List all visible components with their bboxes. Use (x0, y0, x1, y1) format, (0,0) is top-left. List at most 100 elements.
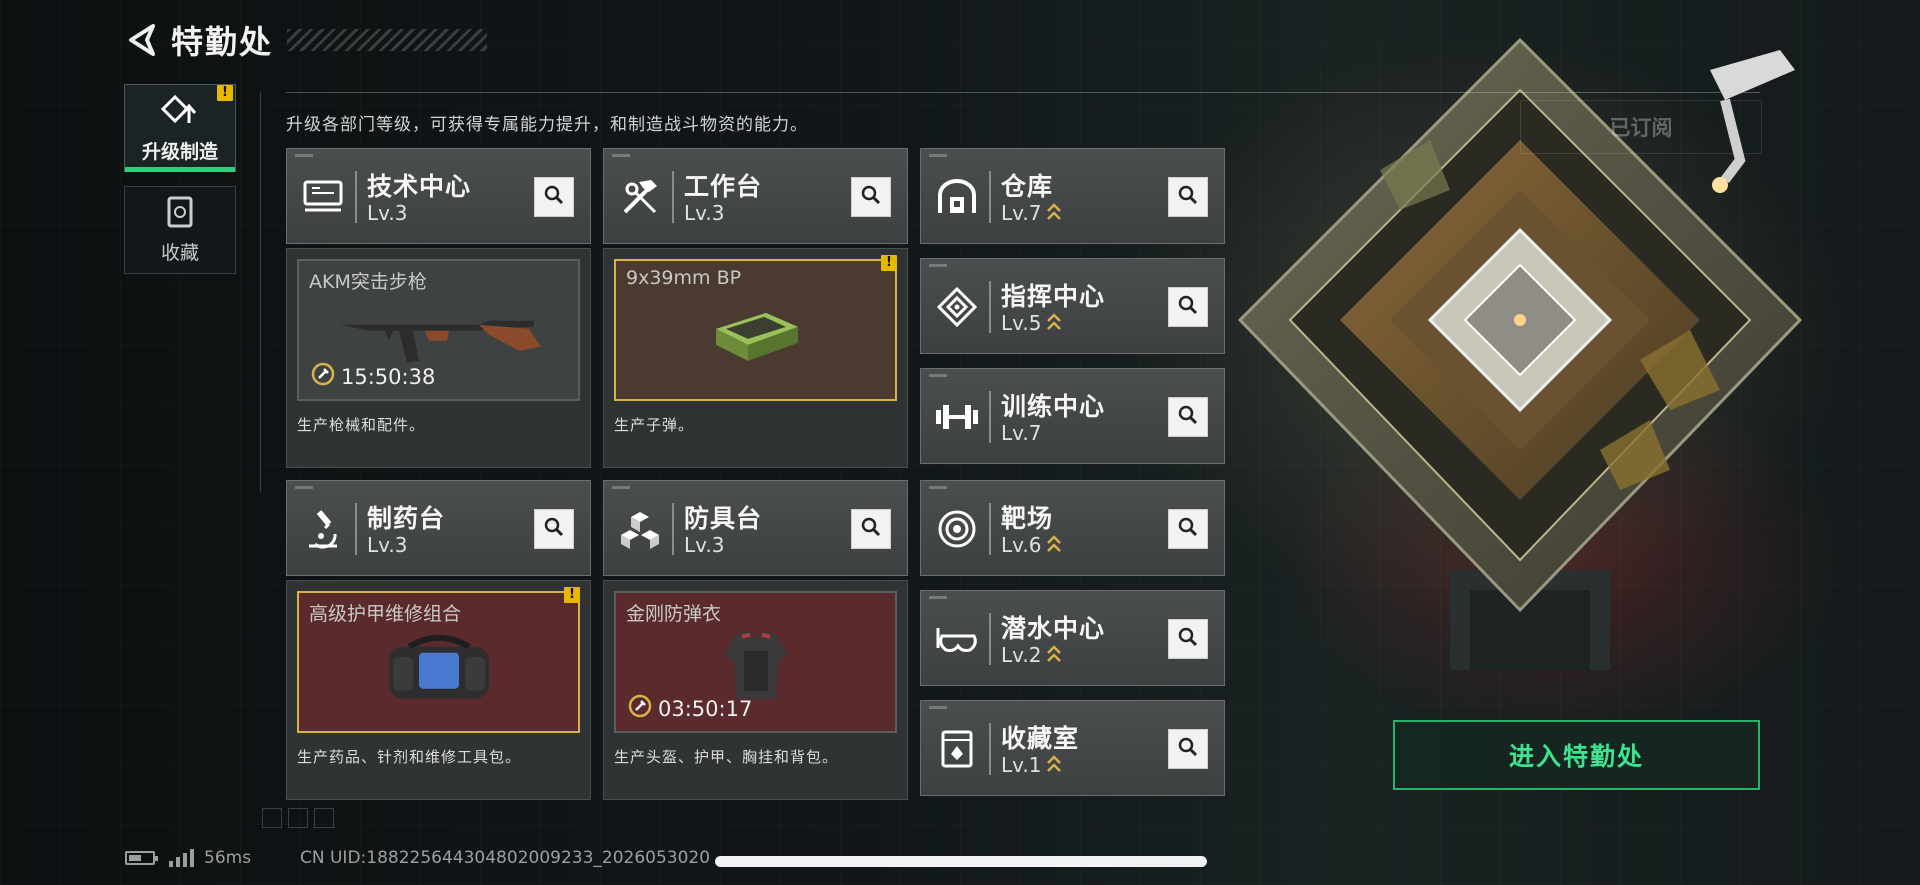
production-timer: 03:50:17 (628, 694, 752, 723)
dept-name: 防具台 (684, 504, 763, 533)
dept-level: Lv.3 (684, 201, 725, 225)
search-icon (1177, 626, 1199, 652)
search-icon (1177, 736, 1199, 762)
card-divider (989, 391, 991, 443)
signal-icon (169, 849, 194, 867)
upgrade-available-icon (1046, 202, 1062, 227)
hammer-wrench-icon (614, 171, 666, 223)
battery-icon (125, 851, 158, 865)
production-caption: 生产子弹。 (614, 416, 695, 434)
card-divider (989, 281, 991, 333)
card-divider (989, 503, 991, 555)
dept-card-collection-room[interactable]: 收藏室 Lv.1 (920, 700, 1225, 796)
dept-card-armor-bench[interactable]: 防具台 Lv.3 (603, 480, 908, 576)
card-divider (672, 503, 674, 555)
production-slot[interactable]: 金刚防弹衣 03:50:17 (614, 591, 897, 733)
search-icon (1177, 516, 1199, 542)
search-button[interactable] (1168, 729, 1208, 769)
dept-level: Lv.2 (1001, 643, 1062, 669)
search-button[interactable] (851, 509, 891, 549)
card-divider (672, 171, 674, 223)
diving-mask-icon (931, 613, 983, 665)
side-tab-collection[interactable]: 收藏 (124, 186, 236, 274)
card-divider (989, 723, 991, 775)
upgrade-available-icon (1046, 534, 1062, 559)
warehouse-icon (931, 171, 983, 223)
card-decoration (929, 596, 947, 599)
search-button[interactable] (1168, 509, 1208, 549)
dept-card-shooting-range[interactable]: 靶场 Lv.6 (920, 480, 1225, 576)
search-icon (543, 184, 565, 210)
subscribed-label[interactable]: 已订阅 (1520, 100, 1762, 154)
search-button[interactable] (534, 177, 574, 217)
ping-value: 56ms (204, 848, 252, 868)
dept-name: 靶场 (1001, 504, 1054, 533)
dept-level: Lv.3 (367, 533, 408, 557)
search-button[interactable] (1168, 397, 1208, 437)
home-indicator[interactable] (715, 856, 1207, 867)
search-button[interactable] (1168, 619, 1208, 659)
card-decoration (929, 706, 947, 709)
page-description: 升级各部门等级，可获得专属能力提升，和制造战斗物资的能力。 (286, 115, 808, 135)
dept-card-command-center[interactable]: 指挥中心 Lv.5 (920, 258, 1225, 354)
dept-level: Lv.7 (1001, 201, 1062, 227)
header: 特勤处 (125, 18, 488, 62)
search-icon (860, 184, 882, 210)
cubes-icon (614, 503, 666, 555)
enter-special-ops-button[interactable]: 进入特勤处 (1393, 720, 1760, 790)
ammo-box-image (706, 299, 806, 373)
search-icon (1177, 294, 1199, 320)
search-button[interactable] (534, 509, 574, 549)
production-slot[interactable]: 9x39mm BP (614, 259, 897, 401)
status-bar: 56ms (125, 848, 251, 868)
card-divider (989, 171, 991, 223)
card-divider (355, 171, 357, 223)
target-icon (931, 503, 983, 555)
dept-level: Lv.6 (1001, 533, 1062, 559)
search-button[interactable] (1168, 177, 1208, 217)
dept-card-training-center[interactable]: 训练中心 Lv.7 (920, 368, 1225, 464)
dept-card-diving-center[interactable]: 潜水中心 Lv.2 (920, 590, 1225, 686)
card-decoration (295, 154, 313, 157)
dept-card-warehouse[interactable]: 仓库 Lv.7 (920, 148, 1225, 244)
card-decoration (929, 374, 947, 377)
card-decoration (612, 154, 630, 157)
card-decoration (612, 486, 630, 489)
production-panel-armor-bench: 金刚防弹衣 03:50:17 生产头盔、护甲、胸挂和背包。 (603, 580, 908, 800)
search-button[interactable] (851, 177, 891, 217)
timer-wrench-icon (311, 362, 335, 391)
dept-card-workbench[interactable]: 工作台 Lv.3 (603, 148, 908, 244)
production-slot[interactable]: 高级护甲维修组合 (297, 591, 580, 733)
upgrade-available-icon (1046, 754, 1062, 779)
dept-name: 指挥中心 (1001, 282, 1106, 311)
dept-name: 制药台 (367, 504, 446, 533)
timer-wrench-icon (628, 694, 652, 723)
dept-card-pharmacy[interactable]: 制药台 Lv.3 (286, 480, 591, 576)
card-decoration (295, 486, 313, 489)
production-panel-workbench: 9x39mm BP ! 生产子弹。 (603, 248, 908, 468)
card-decoration (929, 486, 947, 489)
collection-room-icon (931, 723, 983, 775)
production-timer: 15:50:38 (311, 362, 435, 391)
card-divider (989, 613, 991, 665)
search-button[interactable] (1168, 287, 1208, 327)
dept-name: 潜水中心 (1001, 614, 1106, 643)
dept-name: 收藏室 (1001, 724, 1080, 753)
repair-kit-bag-image (379, 627, 499, 711)
production-caption: 生产药品、针剂和维修工具包。 (297, 748, 522, 766)
card-decoration (929, 264, 947, 267)
microscope-icon (297, 503, 349, 555)
dept-card-tech-center[interactable]: 技术中心 Lv.3 (286, 148, 591, 244)
content-left-border (260, 92, 261, 492)
collection-icon (165, 196, 195, 232)
side-tab-upgrade-craft[interactable]: 升级制造 ! (124, 84, 236, 172)
production-slot[interactable]: AKM突击步枪 15:50:38 (297, 259, 580, 401)
dept-level: Lv.3 (367, 201, 408, 225)
item-name: 9x39mm BP (626, 267, 742, 289)
tech-center-icon (297, 171, 349, 223)
upgrade-craft-icon (160, 93, 199, 131)
back-arrow-icon[interactable] (125, 23, 159, 57)
title-decoration (287, 29, 488, 51)
alert-badge: ! (564, 587, 580, 603)
dumbbell-icon (931, 391, 983, 443)
